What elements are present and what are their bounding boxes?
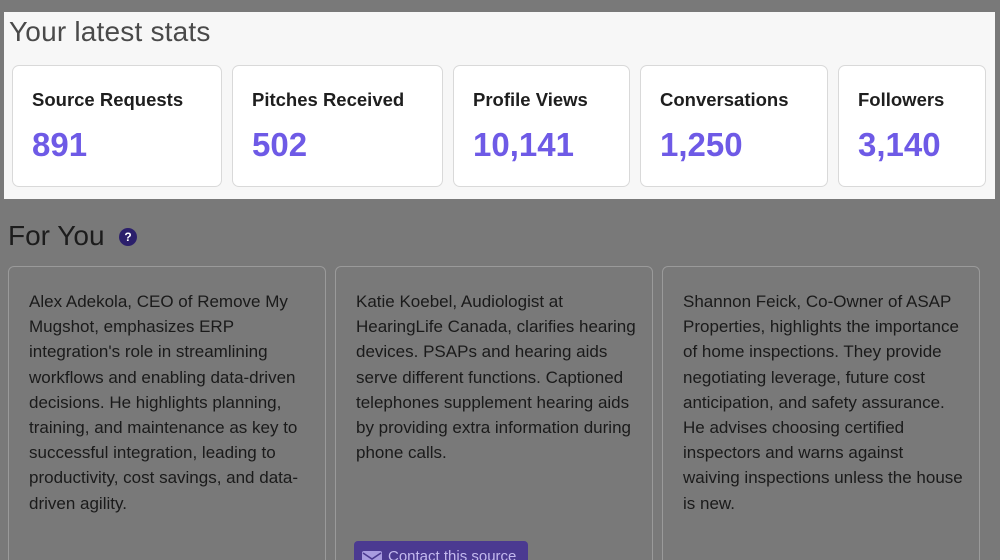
stat-value: 1,250: [660, 126, 743, 163]
stat-card-followers[interactable]: Followers 3,140: [838, 65, 986, 187]
stats-title: Your latest stats: [9, 16, 211, 47]
stat-label: Conversations: [660, 89, 789, 110]
contact-source-label: Contact this source: [388, 548, 517, 560]
stat-label: Followers: [858, 89, 945, 110]
stat-value: 891: [32, 126, 88, 163]
stat-card-conversations[interactable]: Conversations 1,250: [640, 65, 828, 187]
for-you-title: For You: [8, 220, 105, 251]
contact-source-button[interactable]: Contact this source: [354, 541, 528, 560]
stat-label: Pitches Received: [252, 89, 405, 110]
stat-value: 3,140: [858, 126, 941, 163]
recommendation-text: Shannon Feick, Co-Owner of ASAP Properti…: [683, 292, 963, 513]
recommendation-card: Katie Koebel, Audiologist at HearingLife…: [335, 266, 653, 560]
recommendation-card: Alex Adekola, CEO of Remove My Mugshot, …: [8, 266, 326, 560]
stat-value: 502: [252, 126, 308, 163]
stat-card-source-requests[interactable]: Source Requests 891: [12, 65, 222, 187]
stat-value: 10,141: [473, 126, 574, 163]
recommendation-text: Alex Adekola, CEO of Remove My Mugshot, …: [29, 292, 298, 513]
mail-icon: [362, 551, 382, 560]
stat-label: Source Requests: [32, 89, 184, 110]
stat-card-pitches-received[interactable]: Pitches Received 502: [232, 65, 443, 187]
stats-section: Your latest stats Source Requests 891 Pi…: [4, 12, 995, 199]
stat-label: Profile Views: [473, 89, 588, 110]
recommendation-text: Katie Koebel, Audiologist at HearingLife…: [356, 292, 636, 463]
recommendation-card: Shannon Feick, Co-Owner of ASAP Properti…: [662, 266, 980, 560]
help-icon[interactable]: ?: [119, 228, 137, 246]
stat-card-profile-views[interactable]: Profile Views 10,141: [453, 65, 630, 187]
